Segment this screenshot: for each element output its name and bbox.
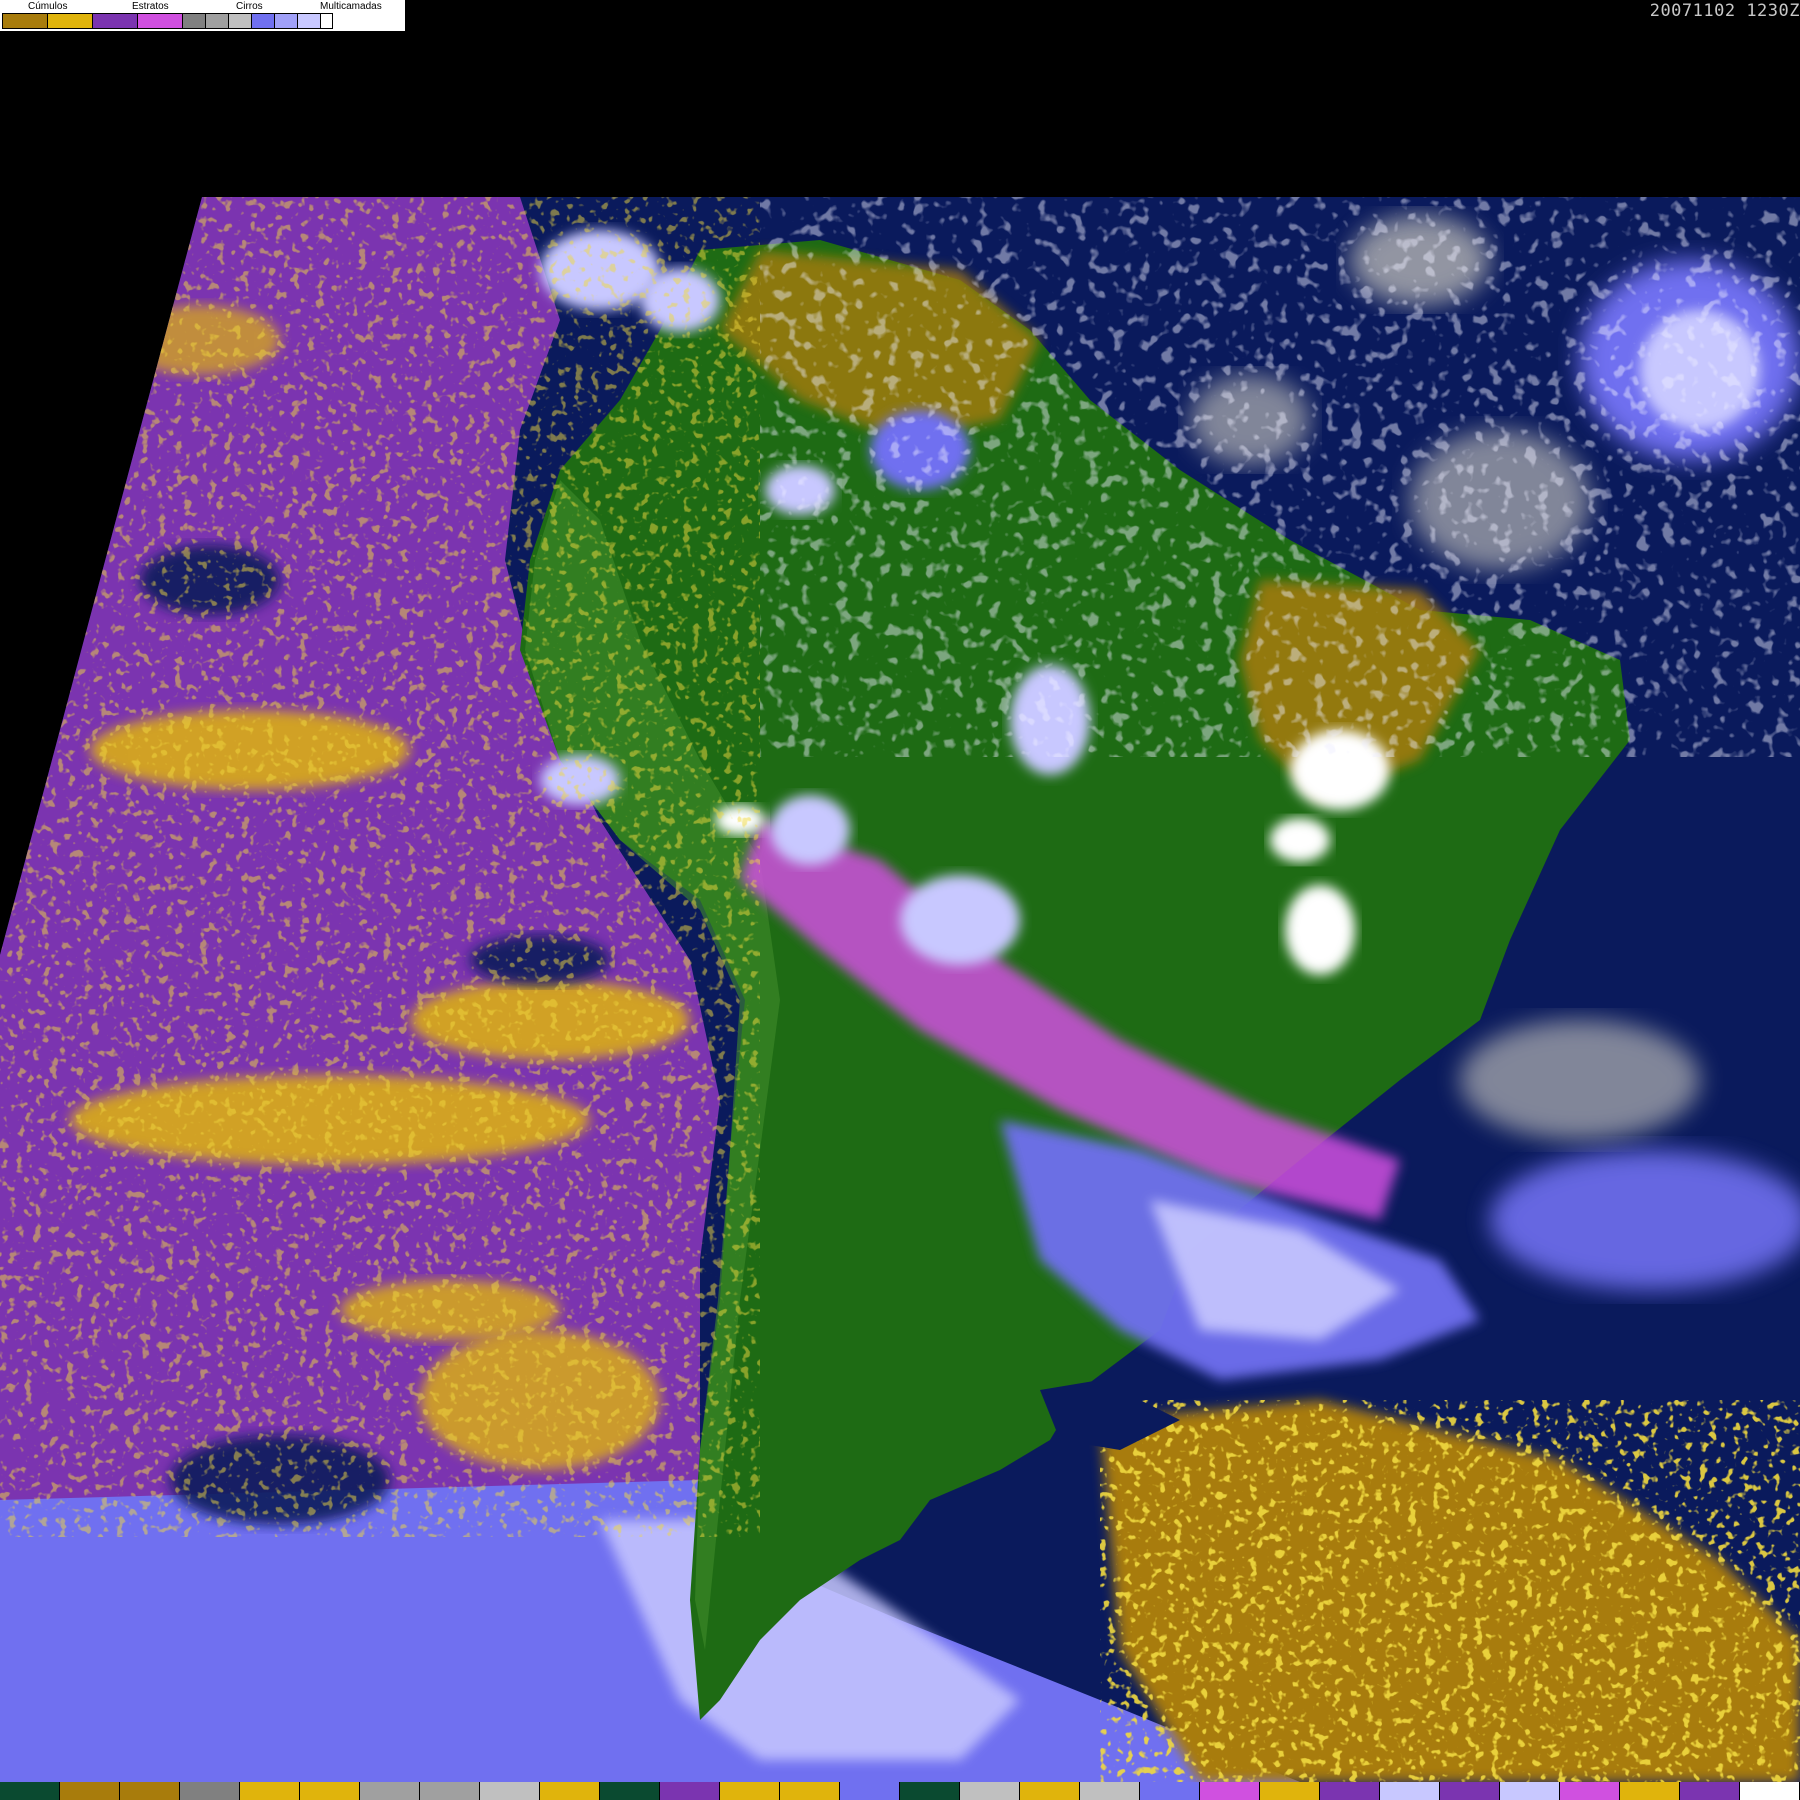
strip-cell: [1260, 1782, 1320, 1800]
legend-label-cirrus: Cirros: [236, 1, 263, 12]
legend-swatch: [137, 14, 182, 28]
strip-cell: [1740, 1782, 1800, 1800]
strip-cell: [900, 1782, 960, 1800]
strip-cell: [1020, 1782, 1080, 1800]
image-frame: [0, 197, 1800, 1782]
legend-swatch: [320, 14, 332, 28]
legend-label-multilayer: Multicamadas: [320, 1, 382, 12]
strip-cell: [1680, 1782, 1740, 1800]
strip-cell: [240, 1782, 300, 1800]
strip-cell: [60, 1782, 120, 1800]
legend-swatch: [92, 14, 137, 28]
cloud-type-legend: Cúmulos Estratos Cirros Multicamadas: [0, 0, 405, 31]
strip-cell: [1440, 1782, 1500, 1800]
strip-cell: [360, 1782, 420, 1800]
legend-swatch: [228, 14, 251, 28]
strip-cell: [1080, 1782, 1140, 1800]
image-timestamp: 20071102 1230Z: [1649, 1, 1800, 21]
strip-cell: [300, 1782, 360, 1800]
legend-swatch-bar: [2, 13, 333, 29]
strip-cell: [480, 1782, 540, 1800]
strip-cell: [1620, 1782, 1680, 1800]
legend-swatch: [297, 14, 320, 28]
cumulus-speckle: [1100, 1400, 1800, 1782]
legend-swatch: [3, 14, 47, 28]
legend-swatch: [182, 14, 205, 28]
strip-cell: [960, 1782, 1020, 1800]
strip-cell: [540, 1782, 600, 1800]
legend-swatch: [205, 14, 228, 28]
strip-cell: [0, 1782, 60, 1800]
legend-label-cumulus: Cúmulos: [28, 1, 68, 12]
satellite-image: [0, 0, 1800, 1800]
strip-cell: [600, 1782, 660, 1800]
legend-swatch: [274, 14, 297, 28]
tropical-cloud-speckle: [760, 197, 1800, 757]
strip-cell: [1200, 1782, 1260, 1800]
strip-cell: [1560, 1782, 1620, 1800]
strip-cell: [120, 1782, 180, 1800]
strip-cell: [180, 1782, 240, 1800]
bottom-color-strip: [0, 1782, 1800, 1800]
legend-swatch: [251, 14, 274, 28]
strip-cell: [840, 1782, 900, 1800]
legend-swatch: [47, 14, 92, 28]
strip-cell: [1500, 1782, 1560, 1800]
legend-label-stratus: Estratos: [132, 1, 169, 12]
strip-cell: [780, 1782, 840, 1800]
strip-cell: [720, 1782, 780, 1800]
strip-cell: [1320, 1782, 1380, 1800]
strip-cell: [420, 1782, 480, 1800]
strip-cell: [1140, 1782, 1200, 1800]
strip-cell: [1380, 1782, 1440, 1800]
strip-cell: [660, 1782, 720, 1800]
